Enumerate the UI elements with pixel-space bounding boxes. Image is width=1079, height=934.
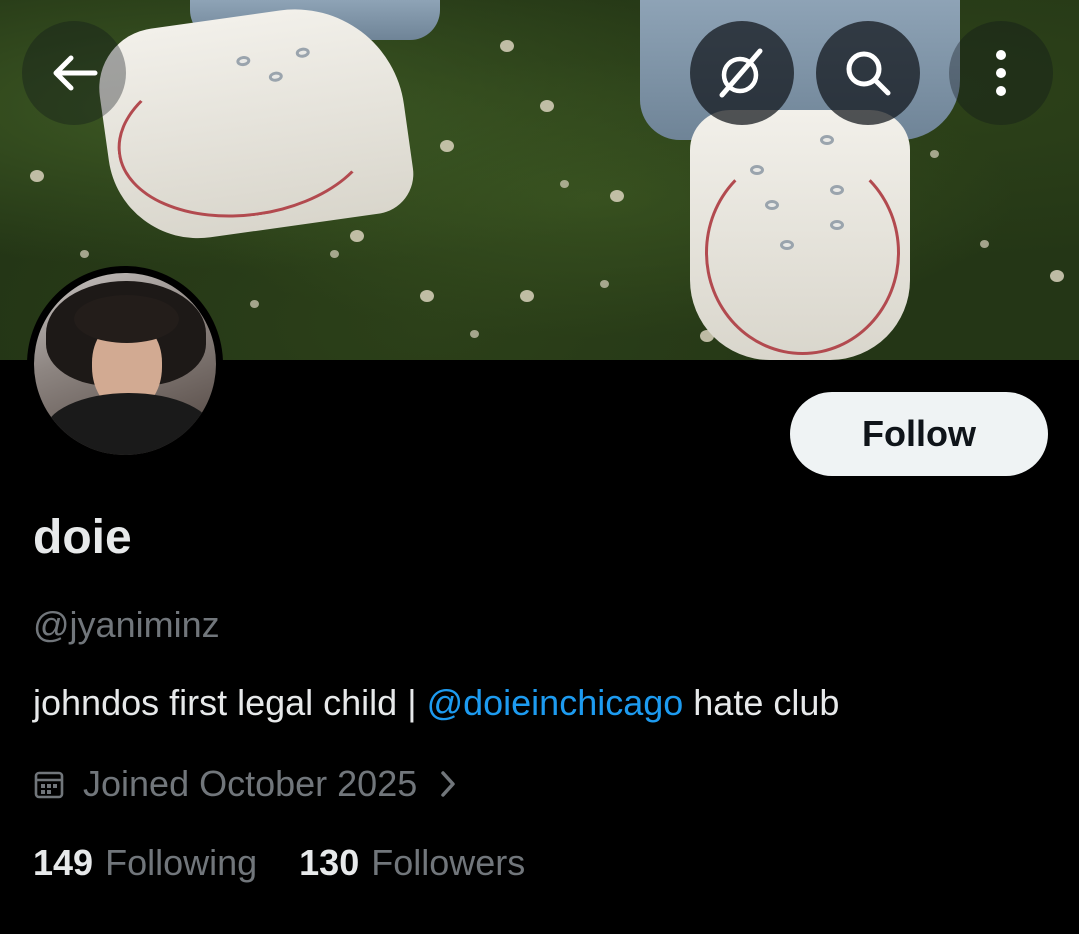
- bio-text: johndos first legal child |: [33, 682, 427, 723]
- banner-flower: [600, 280, 609, 288]
- username-handle: @jyaniminz: [33, 604, 220, 645]
- banner-shoe-right: [690, 110, 910, 360]
- profile-bio: johndos first legal child | @doieinchica…: [33, 682, 839, 724]
- search-icon: [846, 51, 891, 96]
- banner-flower: [80, 250, 89, 258]
- banner-flower: [330, 250, 339, 258]
- following-label: Following: [105, 842, 258, 883]
- joined-date-row[interactable]: Joined October 2025: [33, 762, 457, 806]
- search-button[interactable]: [816, 21, 920, 125]
- more-vertical-icon: [996, 50, 1006, 96]
- banner-flower: [930, 150, 939, 158]
- banner-flower: [540, 100, 554, 112]
- chevron-right-icon: [441, 771, 455, 797]
- grok-button[interactable]: [690, 21, 794, 125]
- calendar-icon: [34, 771, 64, 799]
- banner-flower: [250, 300, 259, 308]
- bio-text-suffix: hate club: [683, 682, 840, 723]
- banner-flower: [440, 140, 454, 152]
- back-button[interactable]: [22, 21, 126, 125]
- banner-flower: [420, 290, 434, 302]
- banner-flower: [500, 40, 514, 52]
- follow-stats: 149 Following 130 Followers: [33, 842, 525, 884]
- banner-flower: [560, 180, 569, 188]
- avatar[interactable]: [27, 266, 223, 462]
- following-count: 149: [33, 842, 94, 883]
- banner-shoe-left: [91, 0, 419, 250]
- followers-count: 130: [299, 842, 360, 883]
- avatar-image: [34, 273, 216, 455]
- banner-flower: [1050, 270, 1064, 282]
- banner-flower: [470, 330, 479, 338]
- grok-slash-icon: [719, 48, 763, 98]
- banner-flower: [520, 290, 534, 302]
- followers-label: Followers: [371, 842, 526, 883]
- banner-flower: [610, 190, 624, 202]
- more-button[interactable]: [949, 21, 1053, 125]
- follow-button[interactable]: Follow: [790, 392, 1048, 476]
- banner-flower: [30, 170, 44, 182]
- arrow-left-icon: [53, 55, 98, 91]
- banner-flower: [980, 240, 989, 248]
- bio-mention-link[interactable]: @doieinchicago: [427, 682, 684, 723]
- joined-date-text: Joined October 2025: [83, 763, 418, 804]
- followers-link[interactable]: 130 Followers: [299, 842, 525, 884]
- display-name: doie: [33, 511, 132, 564]
- banner-flower: [350, 230, 364, 242]
- following-link[interactable]: 149 Following: [33, 842, 257, 884]
